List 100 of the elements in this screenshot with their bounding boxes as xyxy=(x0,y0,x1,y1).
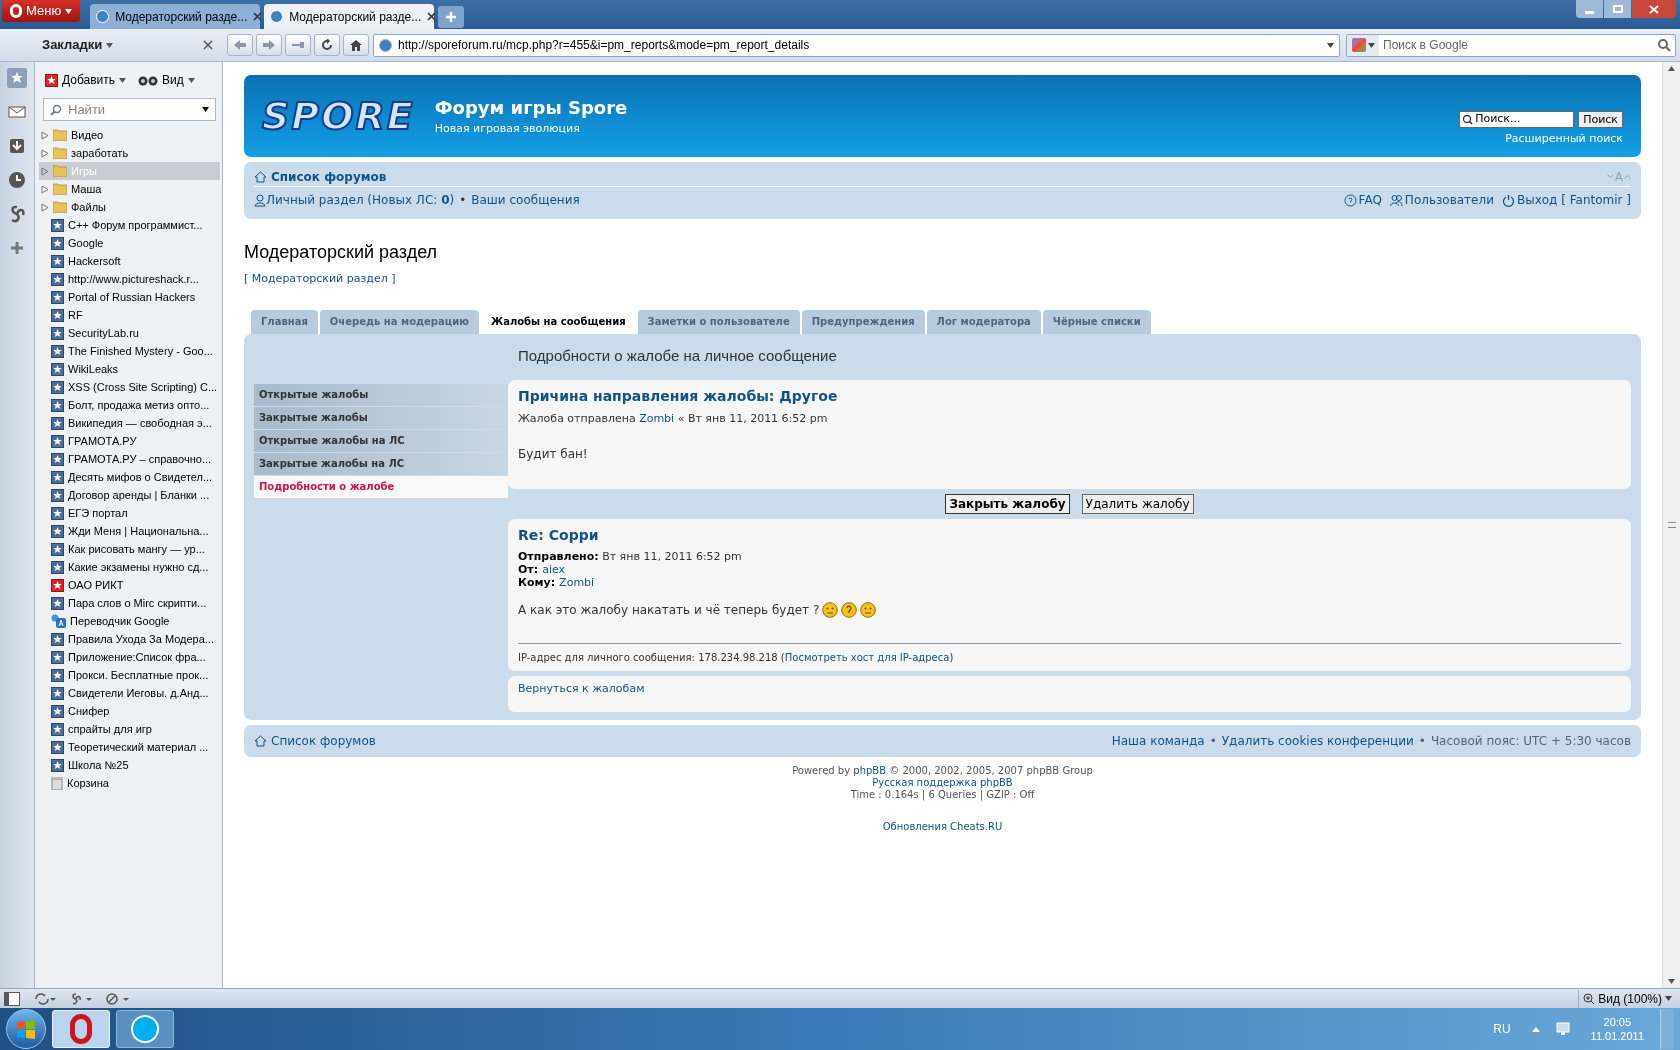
search-button[interactable]: Поиск xyxy=(1578,110,1623,128)
bookmark-item[interactable]: Десять мифов о Свидетел... xyxy=(39,468,220,486)
caret-icon[interactable] xyxy=(187,77,195,83)
forward-button[interactable] xyxy=(256,34,282,56)
caret-icon[interactable] xyxy=(65,8,73,14)
clock-icon[interactable] xyxy=(7,170,27,190)
mcp-tab[interactable]: Заметки о пользователе xyxy=(637,309,800,334)
host-link[interactable]: Посмотреть хост для IP-адреса xyxy=(784,652,950,663)
bookmark-item[interactable]: Маша xyxy=(39,180,220,198)
skype-taskbar-button[interactable] xyxy=(116,1010,174,1048)
bookmark-item[interactable]: Правила Ухода За Модера... xyxy=(39,630,220,648)
bookmark-item[interactable]: спрайты для игр xyxy=(39,720,220,738)
footer-link[interactable]: Удалить cookies конференции xyxy=(1221,731,1414,750)
bookmark-item[interactable]: Какие экзамены нужно сд... xyxy=(39,558,220,576)
mcp-menu-item[interactable]: Открытые жалобы на ЛС xyxy=(254,429,508,452)
close-button[interactable] xyxy=(1632,0,1676,18)
bookmark-search-field[interactable]: Найти xyxy=(43,98,216,121)
caret-icon[interactable] xyxy=(106,42,114,48)
close-icon[interactable] xyxy=(203,40,213,50)
address-field[interactable]: http://sporeforum.ru/mcp.php?r=455&i=pm_reports&mode=pm_report_details xyxy=(373,33,1340,57)
bookmark-item[interactable]: Договор аренды | Бланки ... xyxy=(39,486,220,504)
caret-icon[interactable] xyxy=(1665,996,1672,1001)
close-icon[interactable] xyxy=(253,12,263,21)
bookmark-item[interactable]: Portal of Russian Hackers xyxy=(39,288,220,306)
bookmark-item[interactable]: Свидетели Иеговы. д.Анд... xyxy=(39,684,220,702)
delete-report-button[interactable]: Удалить жалобу xyxy=(1081,494,1194,514)
bookmark-item[interactable]: Пара слов о Mirc скрипти... xyxy=(39,594,220,612)
bookmark-item[interactable]: SecurityLab.ru xyxy=(39,324,220,342)
bookmark-item[interactable]: Прокси. Бесплатные прок... xyxy=(39,666,220,684)
browser-tab[interactable]: Модераторский разде... xyxy=(264,4,435,29)
bookmark-item[interactable]: XSS (Cross Site Scripting) C... xyxy=(39,378,220,396)
reload-button[interactable] xyxy=(314,34,340,56)
scroll-up-icon[interactable] xyxy=(1668,66,1675,71)
bookmark-item[interactable]: Приложение:Список фра... xyxy=(39,648,220,666)
network-icon[interactable] xyxy=(1554,1021,1573,1037)
home-button[interactable] xyxy=(343,34,369,56)
forum-search-field[interactable]: Поиск... xyxy=(1459,110,1575,128)
bookmarks-icon[interactable] xyxy=(7,68,27,88)
zoom-control[interactable]: Вид (100%) xyxy=(1578,989,1676,1008)
breadcrumb-link[interactable]: Список форумов xyxy=(271,731,376,750)
close-report-button[interactable]: Закрыть жалобу xyxy=(945,494,1070,514)
mcp-menu-item[interactable]: Закрытые жалобы xyxy=(254,406,508,429)
tray-expand-icon[interactable] xyxy=(1530,1025,1541,1033)
download-icon[interactable] xyxy=(7,136,27,156)
bookmark-item[interactable]: Переводчик Google xyxy=(39,612,220,630)
mcp-tab[interactable]: Предупреждения xyxy=(801,309,925,334)
bookmark-item[interactable]: ЕГЭ портал xyxy=(39,504,220,522)
close-icon[interactable] xyxy=(427,12,437,21)
updates-link[interactable]: Обновления Cheats.RU xyxy=(882,820,1003,833)
to-link[interactable]: Zombi xyxy=(559,576,595,589)
bookmark-item[interactable]: ГРАМОТА.РУ – справочно... xyxy=(39,450,220,468)
bookmark-item[interactable]: Снифер xyxy=(39,702,220,720)
nav-link[interactable]: Выход [ Fantomir ] xyxy=(1501,191,1631,209)
bookmark-item[interactable]: RF xyxy=(39,306,220,324)
mcp-menu-item[interactable]: Подробности о жалобе xyxy=(254,475,508,498)
bookmark-item[interactable]: Википедия — свободная э... xyxy=(39,414,220,432)
caret-icon[interactable] xyxy=(1668,979,1675,984)
nav-link[interactable]: FAQ xyxy=(1343,191,1382,209)
back-button[interactable] xyxy=(227,34,253,56)
back-link[interactable]: Вернуться к жалобам xyxy=(518,682,645,695)
caret-icon[interactable] xyxy=(202,107,209,112)
sync-icon[interactable] xyxy=(34,992,56,1005)
bookmark-item[interactable]: Google xyxy=(39,234,220,252)
nav-link[interactable]: Пользователи xyxy=(1389,191,1494,209)
page-link[interactable]: [ Модераторский раздел ] xyxy=(244,272,396,285)
search-icon[interactable] xyxy=(1657,38,1671,52)
new-tab-button[interactable] xyxy=(438,6,465,28)
caret-icon[interactable] xyxy=(119,77,127,83)
opera-taskbar-button[interactable] xyxy=(52,1010,110,1048)
add-button[interactable]: Добавить xyxy=(45,71,127,89)
caret-icon[interactable] xyxy=(1367,42,1375,48)
bookmark-item[interactable]: ОАО РИКТ xyxy=(39,576,220,594)
bookmark-item[interactable]: The Finished Mystery - Goo... xyxy=(39,342,220,360)
start-button[interactable] xyxy=(6,1009,46,1049)
author-link[interactable]: Zombi xyxy=(639,411,675,425)
menu-button[interactable]: Меню xyxy=(2,0,81,22)
support-link[interactable]: Русская поддержка phpBB xyxy=(872,776,1013,789)
browser-tab[interactable]: Модераторский разде... xyxy=(90,4,261,29)
scroll-grip-icon[interactable] xyxy=(1667,522,1676,528)
caret-icon[interactable] xyxy=(1327,42,1334,48)
block-icon[interactable] xyxy=(106,992,130,1005)
bookmark-item[interactable]: http://www.pictureshack.r... xyxy=(39,270,220,288)
mcp-tab[interactable]: Главная xyxy=(251,309,318,334)
bookmark-item[interactable]: Жди Меня | Национальна... xyxy=(39,522,220,540)
bookmark-item[interactable]: Теоретический материал ... xyxy=(39,738,220,756)
mcp-tab[interactable]: Лог модератора xyxy=(926,309,1041,334)
nav-link[interactable]: Ваши сообщения xyxy=(471,191,580,209)
bookmark-item[interactable]: WikiLeaks xyxy=(39,360,220,378)
bookmark-item[interactable]: C++ Форум программист... xyxy=(39,216,220,234)
bookmark-item[interactable]: Болт, продажа метиз опто... xyxy=(39,396,220,414)
mcp-tab[interactable]: Очередь на модерацию xyxy=(319,309,479,334)
fan-icon[interactable] xyxy=(70,992,92,1005)
search-field[interactable]: Поиск в Google xyxy=(1346,33,1676,57)
view-button[interactable]: Вид xyxy=(138,71,195,89)
bookmark-item[interactable]: Видео xyxy=(39,126,220,144)
mcp-menu-item[interactable]: Открытые жалобы xyxy=(254,383,508,406)
mcp-tab[interactable]: Чёрные списки xyxy=(1042,309,1151,334)
search-engine-selector[interactable] xyxy=(1347,34,1379,56)
bookmark-item[interactable]: Как рисовать мангу — ур... xyxy=(39,540,220,558)
panel-title[interactable]: Закладки xyxy=(42,35,114,55)
